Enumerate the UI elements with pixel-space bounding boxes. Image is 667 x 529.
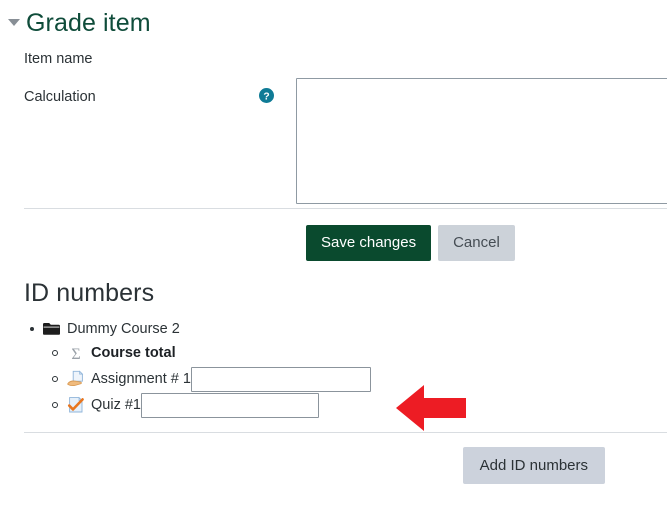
- tree-node-course-total: Σ Course total: [52, 340, 667, 366]
- tree-label-assignment: Assignment # 1: [91, 371, 191, 387]
- form-button-bar: Save changes Cancel: [0, 209, 667, 261]
- id-numbers-tree: Dummy Course 2 Σ Course total Assignment…: [0, 317, 667, 418]
- tree-node-quiz: Quiz #1: [52, 392, 667, 418]
- sigma-icon: Σ: [66, 344, 85, 363]
- chevron-down-icon[interactable]: [4, 13, 24, 33]
- add-id-numbers-button[interactable]: Add ID numbers: [462, 447, 605, 484]
- calculation-help-cell: ?: [236, 68, 296, 103]
- tree-node-course: Dummy Course 2: [30, 317, 667, 340]
- bullet-icon: [52, 376, 66, 382]
- calculation-field-cell: [296, 68, 667, 204]
- assignment-id-input[interactable]: [190, 366, 371, 392]
- tree-node-assignment: Assignment # 1: [52, 366, 667, 392]
- grade-item-form: Item name Calculation ?: [0, 36, 667, 208]
- quiz-id-input[interactable]: [140, 392, 319, 418]
- folder-icon: [42, 319, 61, 338]
- bullet-icon: [30, 327, 42, 331]
- page-title: Grade item: [26, 9, 151, 37]
- calculation-textarea[interactable]: [296, 78, 667, 204]
- quiz-check-icon: [66, 396, 85, 415]
- svg-text:Σ: Σ: [71, 346, 80, 362]
- tree-label-course: Dummy Course 2: [67, 320, 180, 337]
- bullet-icon: [52, 350, 66, 356]
- id-numbers-heading: ID numbers: [24, 279, 155, 307]
- item-name-row: Item name: [0, 36, 667, 68]
- cancel-button[interactable]: Cancel: [438, 225, 515, 261]
- assignment-hand-icon: [66, 370, 85, 389]
- grade-item-section-header: Grade item: [0, 0, 667, 37]
- save-changes-button[interactable]: Save changes: [306, 225, 432, 261]
- add-id-numbers-bar: Add ID numbers: [0, 433, 667, 484]
- bullet-icon: [52, 402, 66, 408]
- tree-children-wrapper: Σ Course total Assignment # 1 Quiz #1: [30, 340, 667, 418]
- svg-text:?: ?: [263, 91, 269, 102]
- item-name-label: Item name: [24, 51, 93, 67]
- calculation-label: Calculation: [24, 89, 96, 105]
- tree-children: Σ Course total Assignment # 1 Quiz #1: [30, 340, 667, 418]
- calculation-row: Calculation ?: [0, 68, 667, 208]
- tree-label-course-total: Course total: [91, 345, 176, 361]
- tree-label-quiz: Quiz #1: [91, 397, 141, 413]
- help-circle-icon[interactable]: ?: [258, 88, 274, 103]
